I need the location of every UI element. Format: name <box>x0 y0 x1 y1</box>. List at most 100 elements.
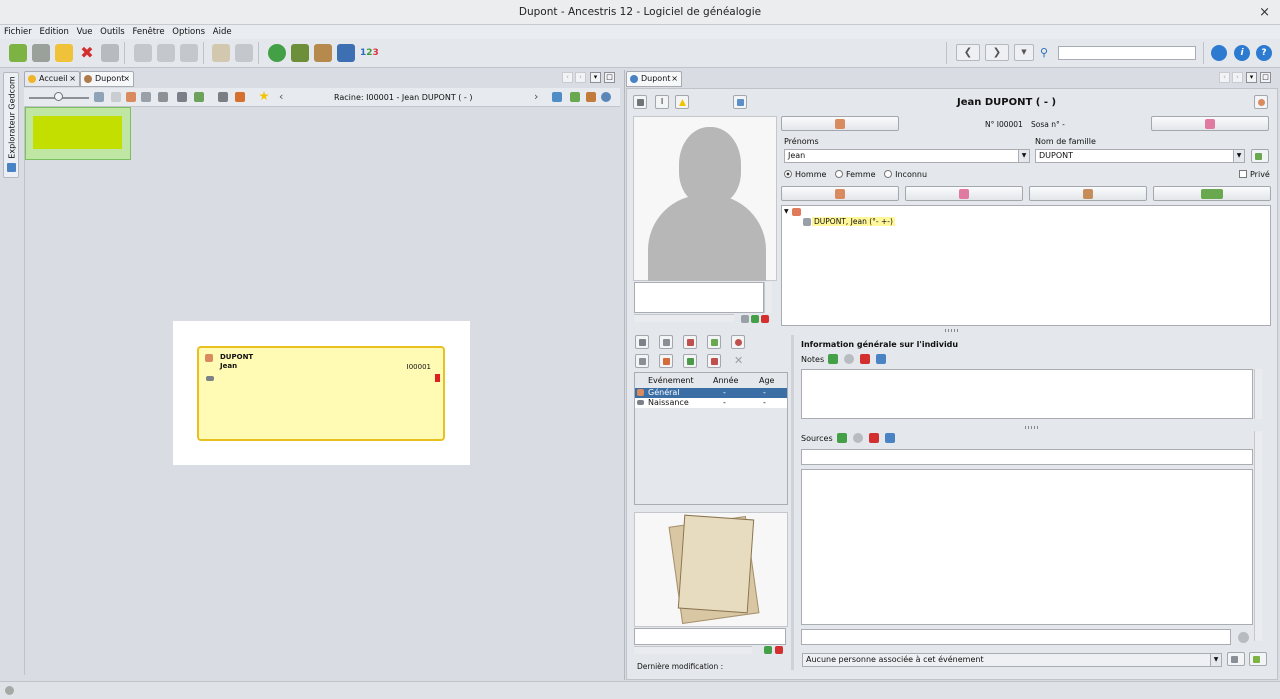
scroll-tabs-left[interactable]: ‹ <box>562 72 573 83</box>
text-cursor-icon[interactable]: I <box>655 95 669 109</box>
delete-note-icon[interactable] <box>860 354 870 364</box>
menu-options[interactable]: Options <box>172 25 205 39</box>
layout-icon[interactable] <box>141 92 151 102</box>
close-tab-accueil[interactable]: × <box>69 72 76 86</box>
scroll-tabs-right[interactable]: › <box>575 72 586 83</box>
add-baptism-event-icon[interactable] <box>659 335 673 349</box>
add-occupation-event-icon[interactable] <box>683 335 697 349</box>
new-genealogy-icon[interactable] <box>9 44 27 62</box>
cut-icon[interactable] <box>134 44 152 62</box>
search-input[interactable] <box>1058 46 1196 60</box>
maximize-panel-button[interactable]: □ <box>604 72 615 83</box>
download-icon[interactable] <box>570 92 580 102</box>
export-icon[interactable] <box>586 92 596 102</box>
given-name-dropdown[interactable]: ▼ <box>1018 150 1029 162</box>
check-icon[interactable] <box>268 44 286 62</box>
menu-aide[interactable]: Aide <box>213 25 232 39</box>
person-selector-icon[interactable] <box>733 95 747 109</box>
sex-unknown-option[interactable]: Inconnu <box>884 170 927 179</box>
photo-horizontal-scrollbar[interactable] <box>634 314 734 322</box>
media-frame[interactable] <box>634 512 788 627</box>
menu-edition[interactable]: Edition <box>39 25 68 39</box>
close-file-icon[interactable]: ✖ <box>78 44 96 62</box>
add-house-event-icon[interactable] <box>659 354 673 368</box>
photo-frame[interactable] <box>633 116 777 281</box>
editor-tab-list[interactable]: ▾ <box>1246 72 1257 83</box>
zoom-slider-handle[interactable] <box>54 92 63 101</box>
surname-dropdown[interactable]: ▼ <box>1233 150 1244 162</box>
link-tool-icon[interactable] <box>633 95 647 109</box>
copy-icon[interactable] <box>157 44 175 62</box>
private-checkbox[interactable]: Privé <box>1239 170 1270 179</box>
media-add-icon[interactable] <box>764 646 772 654</box>
grid-icon[interactable] <box>111 92 121 102</box>
person-card[interactable]: DUPONT Jean I00001 <box>197 346 445 441</box>
settings-gear-icon[interactable] <box>1211 45 1227 61</box>
bookmark-icon[interactable] <box>552 92 562 102</box>
sex-female-option[interactable]: Femme <box>834 170 876 179</box>
close-tab-dupont-editor[interactable]: × <box>671 72 678 86</box>
expand-note-icon[interactable] <box>876 354 886 364</box>
add-note-icon[interactable] <box>828 354 838 364</box>
add-source-icon[interactable] <box>837 433 847 443</box>
vertical-splitter[interactable] <box>791 335 794 670</box>
tab-accueil[interactable]: Accueil × <box>24 71 80 87</box>
zoom-fit-icon[interactable] <box>94 92 104 102</box>
family-tree-list[interactable]: ▼ DUPONT, Jean (°- +-) <box>781 205 1271 326</box>
warning-icon[interactable] <box>675 95 689 109</box>
gedcom-explorer-tab[interactable]: Explorateur Gedcom <box>3 72 19 178</box>
association-link-icon[interactable] <box>1227 652 1245 666</box>
person-menu-icon[interactable] <box>1254 95 1268 109</box>
tab-dupont-editor[interactable]: Dupont × <box>626 71 682 87</box>
add-child-button[interactable] <box>1029 186 1147 201</box>
add-father-button[interactable] <box>781 116 899 131</box>
tree-view-icon[interactable] <box>291 44 309 62</box>
add-residence-event-icon[interactable] <box>707 335 721 349</box>
tab-dupont-tree[interactable]: Dupont × <box>80 71 134 87</box>
tree-item-individual[interactable]: DUPONT, Jean (°- +-) <box>812 217 895 226</box>
menu-fenetre[interactable]: Fenêtre <box>132 25 164 39</box>
save-icon[interactable] <box>101 44 119 62</box>
info-icon[interactable]: i <box>1234 45 1250 61</box>
menu-fichier[interactable]: Fichier <box>4 25 32 39</box>
orientation-icon[interactable] <box>177 92 187 102</box>
table-row[interactable]: Général - - <box>635 388 787 398</box>
sources-area[interactable] <box>801 469 1253 625</box>
editor-scroll-right[interactable]: › <box>1232 72 1243 83</box>
refresh-source-icon[interactable] <box>853 433 863 443</box>
media-delete-icon[interactable] <box>775 646 783 654</box>
tree-icon[interactable] <box>32 44 50 62</box>
photo-delete-icon[interactable] <box>761 315 769 323</box>
add-family-button[interactable] <box>1153 186 1271 201</box>
table-row[interactable]: Naissance - - <box>635 398 787 408</box>
editor-maximize-button[interactable]: □ <box>1260 72 1271 83</box>
fullscreen-icon[interactable] <box>158 92 168 102</box>
table-icon[interactable] <box>314 44 332 62</box>
menu-outils[interactable]: Outils <box>100 25 125 39</box>
open-folder-icon[interactable] <box>55 44 73 62</box>
delete-event-icon[interactable]: ✕ <box>734 354 743 367</box>
close-tab-dupont-tree[interactable]: × <box>123 72 130 86</box>
refresh-note-icon[interactable] <box>844 354 854 364</box>
associated-person-dropdown[interactable]: ▼ <box>1210 654 1221 666</box>
overview-minimap[interactable] <box>25 107 131 160</box>
undo-icon[interactable] <box>212 44 230 62</box>
delete-source-icon[interactable] <box>869 433 879 443</box>
surname-action-icon[interactable] <box>1251 149 1269 163</box>
expand-icon[interactable] <box>194 92 204 102</box>
add-marriage-event-icon[interactable] <box>635 354 649 368</box>
photo-link-icon[interactable] <box>741 315 749 323</box>
book-icon[interactable] <box>337 44 355 62</box>
tree-settings-icon[interactable] <box>601 92 611 102</box>
photo-caption-scrollbar[interactable] <box>764 282 772 313</box>
source-page-field[interactable] <box>801 629 1231 645</box>
next-root-icon[interactable]: › <box>534 90 538 103</box>
associated-person-select[interactable]: Aucune personne associée à cet événement… <box>802 653 1222 667</box>
back-button[interactable]: ❮ <box>956 44 980 61</box>
expand-source-icon[interactable] <box>885 433 895 443</box>
notes-scrollbar[interactable] <box>1254 369 1262 419</box>
editor-scroll-left[interactable]: ‹ <box>1219 72 1230 83</box>
previous-root-icon[interactable]: ‹ <box>279 90 283 103</box>
help-icon[interactable]: ? <box>1256 45 1272 61</box>
add-death-event-icon[interactable] <box>731 335 745 349</box>
